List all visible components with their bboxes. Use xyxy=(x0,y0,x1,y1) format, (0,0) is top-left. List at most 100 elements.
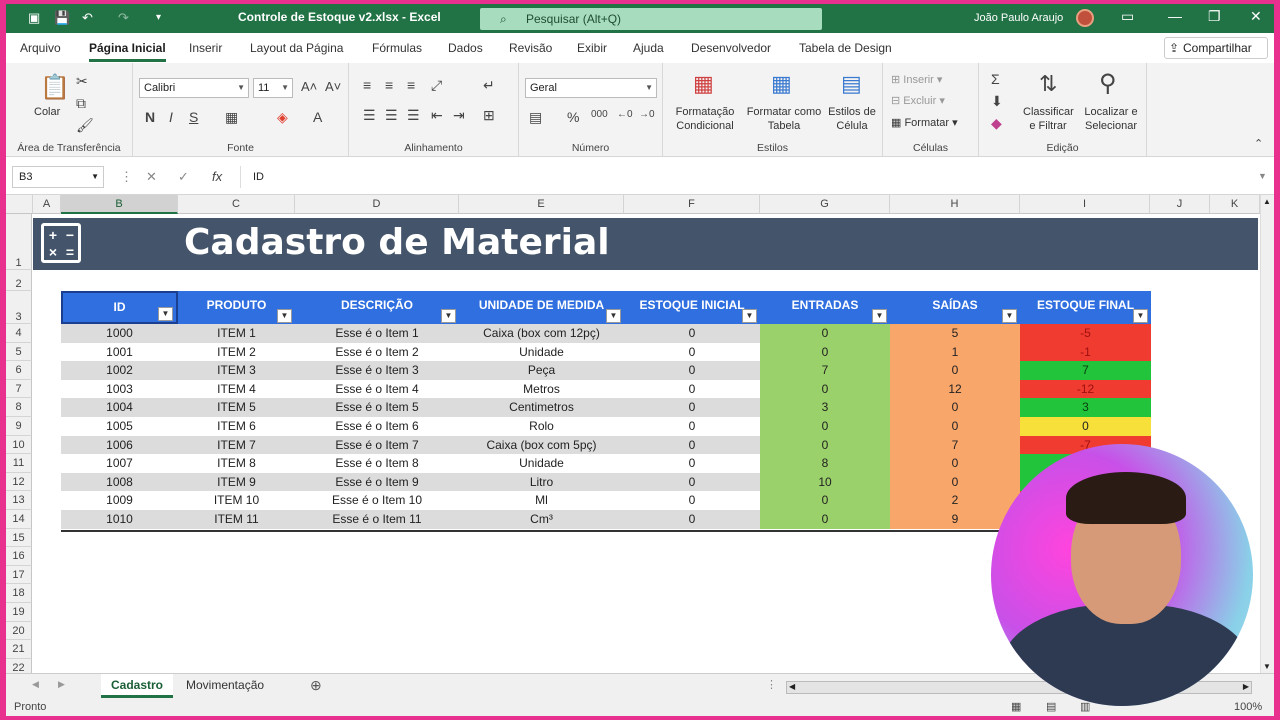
col-header-b[interactable]: B xyxy=(61,195,178,214)
cell-produto[interactable]: ITEM 10 xyxy=(178,491,295,510)
share-button[interactable]: ⇪ Compartilhar xyxy=(1164,37,1268,59)
enter-icon[interactable]: ✓ xyxy=(178,169,189,185)
scroll-up-icon[interactable]: ▲ xyxy=(1263,197,1271,206)
cell-estoque-final[interactable]: 7 xyxy=(1020,361,1151,380)
format-painter-icon[interactable]: 🖌 xyxy=(76,117,94,134)
cell-entradas[interactable]: 0 xyxy=(760,342,890,362)
underline-button[interactable]: S xyxy=(189,109,198,125)
cell-descricao[interactable]: Esse é o Item 8 xyxy=(295,454,459,473)
cell-produto[interactable]: ITEM 4 xyxy=(178,379,295,399)
cell-estoque-inicial[interactable]: 0 xyxy=(624,472,760,492)
autosum-icon[interactable]: Σ xyxy=(991,71,1000,87)
grow-font-icon[interactable]: A˄ xyxy=(301,79,317,94)
cell-id[interactable]: 1005 xyxy=(61,417,178,436)
fill-icon[interactable]: ⬇ xyxy=(991,93,1003,110)
paste-label[interactable]: Colar xyxy=(34,105,60,119)
col-header-g[interactable]: G xyxy=(760,195,890,214)
search-box[interactable]: ⌕ Pesquisar (Alt+Q) xyxy=(480,8,822,30)
filter-dropdown-icon[interactable]: ▼ xyxy=(742,309,757,323)
insert-cells-button[interactable]: ⊞ Inserir ▾ xyxy=(891,73,942,87)
cell-id[interactable]: 1006 xyxy=(61,435,178,455)
insert-function-icon[interactable]: fx xyxy=(212,169,222,184)
cell-id[interactable]: 1002 xyxy=(61,361,178,380)
cell-id[interactable]: 1007 xyxy=(61,454,178,473)
col-header-e[interactable]: E xyxy=(459,195,624,214)
cell-id[interactable]: 1009 xyxy=(61,491,178,510)
cell-estoque-final[interactable]: -5 xyxy=(1020,324,1151,343)
col-header-i[interactable]: I xyxy=(1020,195,1150,214)
cell-entradas[interactable]: 0 xyxy=(760,435,890,455)
cell-saidas[interactable]: 12 xyxy=(890,379,1020,399)
row-header-6[interactable]: 6 xyxy=(6,361,32,380)
cell-produto[interactable]: ITEM 3 xyxy=(178,361,295,380)
increase-decimal-icon[interactable]: ←0 xyxy=(617,109,633,120)
col-header-f[interactable]: F xyxy=(624,195,760,214)
cell-id[interactable]: 1000 xyxy=(61,324,178,343)
row-header-21[interactable]: 21 xyxy=(6,640,32,659)
header-estoque-inicial[interactable]: ESTOQUE INICIAL ▼ xyxy=(624,291,760,324)
row-header-9[interactable]: 9 xyxy=(6,417,32,436)
redo-icon[interactable]: ↷ xyxy=(118,9,129,27)
cell-produto[interactable]: ITEM 9 xyxy=(178,472,295,492)
header-estoque-final[interactable]: ESTOQUE FINAL ▼ xyxy=(1020,291,1151,324)
cell-produto[interactable]: ITEM 5 xyxy=(178,398,295,417)
add-sheet-icon[interactable]: ⊕ xyxy=(310,677,322,694)
next-sheet-icon[interactable]: ▶ xyxy=(58,679,65,690)
cell-descricao[interactable]: Esse é o Item 3 xyxy=(295,361,459,380)
prev-sheet-icon[interactable]: ◀ xyxy=(32,679,39,690)
cut-icon[interactable]: ✂ xyxy=(76,73,88,90)
borders-icon[interactable]: ▦ xyxy=(225,109,238,126)
customize-toolbar-icon[interactable]: ▾ xyxy=(156,9,161,27)
cell-produto[interactable]: ITEM 7 xyxy=(178,435,295,455)
align-middle-icon[interactable]: ≡ xyxy=(385,77,393,93)
cell-saidas[interactable]: 0 xyxy=(890,472,1020,492)
align-left-icon[interactable]: ☰ xyxy=(363,107,376,124)
user-name[interactable]: João Paulo Araujo xyxy=(974,12,1063,24)
decrease-decimal-icon[interactable]: →0 xyxy=(639,109,655,120)
close-icon[interactable]: ✕ xyxy=(1250,8,1262,25)
scroll-down-icon[interactable]: ▼ xyxy=(1263,662,1271,671)
font-size-combo[interactable]: 11 ▼ xyxy=(253,78,293,98)
cell-estoque-inicial[interactable]: 0 xyxy=(624,398,760,417)
row-header-14[interactable]: 14 xyxy=(6,510,32,529)
cell-entradas[interactable]: 7 xyxy=(760,361,890,380)
row-header-8[interactable]: 8 xyxy=(6,398,32,417)
find-select-button[interactable]: Localizar e Selecionar xyxy=(1079,105,1143,133)
align-right-icon[interactable]: ☰ xyxy=(407,107,420,124)
cell-entradas[interactable]: 0 xyxy=(760,417,890,436)
cell-produto[interactable]: ITEM 6 xyxy=(178,417,295,436)
row-header-1[interactable]: 1 xyxy=(6,214,32,270)
header-unidade[interactable]: UNIDADE DE MEDIDA ▼ xyxy=(459,291,624,324)
cell-unidade[interactable]: Unidade xyxy=(459,342,624,362)
orientation-icon[interactable]: ⤢ xyxy=(431,77,442,94)
tab-revisao[interactable]: Revisão xyxy=(509,41,552,55)
find-select-icon[interactable]: ⚲ xyxy=(1099,69,1117,98)
row-header-17[interactable]: 17 xyxy=(6,565,32,585)
cell-produto[interactable]: ITEM 1 xyxy=(178,324,295,343)
row-header-5[interactable]: 5 xyxy=(6,342,32,362)
align-top-icon[interactable]: ≡ xyxy=(363,77,371,93)
decrease-indent-icon[interactable]: ⇤ xyxy=(431,107,443,124)
sheet-tab-cadastro[interactable]: Cadastro xyxy=(101,674,174,698)
cell-unidade[interactable]: Cm³ xyxy=(459,510,624,529)
cell-unidade[interactable]: Caixa (box com 12pç) xyxy=(459,324,624,343)
wrap-text-icon[interactable]: ↵ xyxy=(483,77,495,94)
cell-styles-button[interactable]: Estilos de Célula xyxy=(825,105,879,133)
cell-saidas[interactable]: 0 xyxy=(890,417,1020,436)
tab-layout[interactable]: Layout da Página xyxy=(250,41,343,55)
row-header-4[interactable]: 4 xyxy=(6,324,32,343)
ribbon-display-icon[interactable]: ▭ xyxy=(1121,8,1134,25)
cell-saidas[interactable]: 1 xyxy=(890,342,1020,362)
cell-descricao[interactable]: Esse é o Item 11 xyxy=(295,510,459,529)
cell-descricao[interactable]: Esse é o Item 10 xyxy=(295,491,459,510)
filter-dropdown-icon[interactable]: ▼ xyxy=(277,309,292,323)
minimize-icon[interactable]: — xyxy=(1168,8,1182,24)
bold-button[interactable]: N xyxy=(145,109,155,125)
row-header-7[interactable]: 7 xyxy=(6,379,32,399)
row-header-18[interactable]: 18 xyxy=(6,584,32,603)
formula-input[interactable]: ID xyxy=(240,166,1266,188)
col-header-d[interactable]: D xyxy=(295,195,459,214)
select-all[interactable] xyxy=(6,195,33,214)
tab-desenvolvedor[interactable]: Desenvolvedor xyxy=(691,41,771,55)
name-box[interactable]: B3 ▼ xyxy=(12,166,104,188)
